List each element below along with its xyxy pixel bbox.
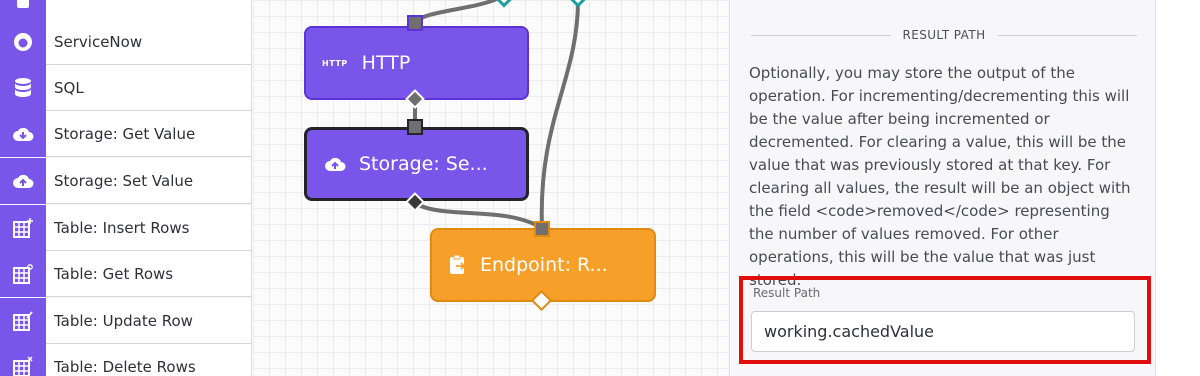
cloud-upload-icon bbox=[323, 155, 347, 173]
database-icon bbox=[0, 64, 46, 111]
sidebar-item-label: SQL bbox=[54, 78, 84, 97]
table-insert-icon bbox=[0, 204, 46, 251]
sidebar-item-label: Storage: Set Value bbox=[54, 171, 194, 190]
sidebar-item-table-delete[interactable]: Table: Delete Rows bbox=[0, 343, 251, 376]
divider bbox=[751, 34, 891, 36]
sidebar-item-label: Table: Delete Rows bbox=[54, 357, 196, 376]
section-header: RESULT PATH bbox=[751, 26, 1137, 44]
divider bbox=[997, 34, 1137, 36]
sidebar: ServiceNow SQL Storage: Get Value Storag… bbox=[0, 0, 252, 376]
table-delete-icon bbox=[0, 343, 46, 376]
sidebar-item-label: Storage: Get Value bbox=[54, 124, 196, 143]
cloud-upload-icon bbox=[0, 157, 46, 204]
workflow-canvas[interactable]: HTTP HTTP Storage: Se... Endpoint: R... bbox=[253, 0, 730, 376]
connector-wire bbox=[413, 0, 500, 24]
connector-wire bbox=[413, 201, 544, 230]
node-http[interactable]: HTTP HTTP bbox=[304, 26, 529, 100]
http-icon: HTTP bbox=[322, 58, 348, 68]
sidebar-item-label: ServiceNow bbox=[54, 32, 143, 51]
clipboard-icon bbox=[448, 254, 468, 276]
sidebar-item-label: Table: Get Rows bbox=[54, 264, 174, 283]
node-endpoint-reply[interactable]: Endpoint: R... bbox=[430, 228, 656, 302]
outer-margin bbox=[1155, 0, 1200, 376]
servicenow-icon bbox=[0, 18, 46, 65]
sidebar-item-label: Table: Insert Rows bbox=[54, 218, 190, 237]
table-search-icon bbox=[0, 250, 46, 297]
sidebar-item-servicenow[interactable]: ServiceNow bbox=[0, 18, 251, 65]
section-title: RESULT PATH bbox=[902, 28, 986, 42]
sidebar-item-storage-set[interactable]: Storage: Set Value bbox=[0, 157, 251, 204]
node-label: Storage: Se... bbox=[359, 153, 488, 175]
sidebar-item-table-update[interactable]: Table: Update Row bbox=[0, 297, 251, 344]
section-description: Optionally, you may store the output of … bbox=[749, 64, 1131, 289]
sidebar-item-sql[interactable]: SQL bbox=[0, 64, 251, 111]
result-path-input[interactable] bbox=[751, 311, 1135, 352]
output-port-diamond[interactable] bbox=[493, 0, 515, 8]
sidebar-item-label: Table: Update Row bbox=[54, 311, 193, 330]
sidebar-item-table-insert[interactable]: Table: Insert Rows bbox=[0, 204, 251, 251]
connector-wire bbox=[539, 0, 580, 229]
node-storage-set[interactable]: Storage: Se... bbox=[304, 127, 529, 201]
node-label: HTTP bbox=[361, 52, 411, 74]
properties-panel: RESULT PATH Optionally, you may store th… bbox=[731, 0, 1155, 376]
output-port-diamond[interactable] bbox=[567, 0, 589, 8]
sidebar-item-table-get[interactable]: Table: Get Rows bbox=[0, 250, 251, 297]
node-label: Endpoint: R... bbox=[480, 254, 608, 276]
sidebar-item-storage-get[interactable]: Storage: Get Value bbox=[0, 110, 251, 157]
table-edit-icon bbox=[0, 297, 46, 344]
result-path-label: Result Path bbox=[753, 286, 821, 300]
cloud-download-icon bbox=[0, 110, 46, 157]
